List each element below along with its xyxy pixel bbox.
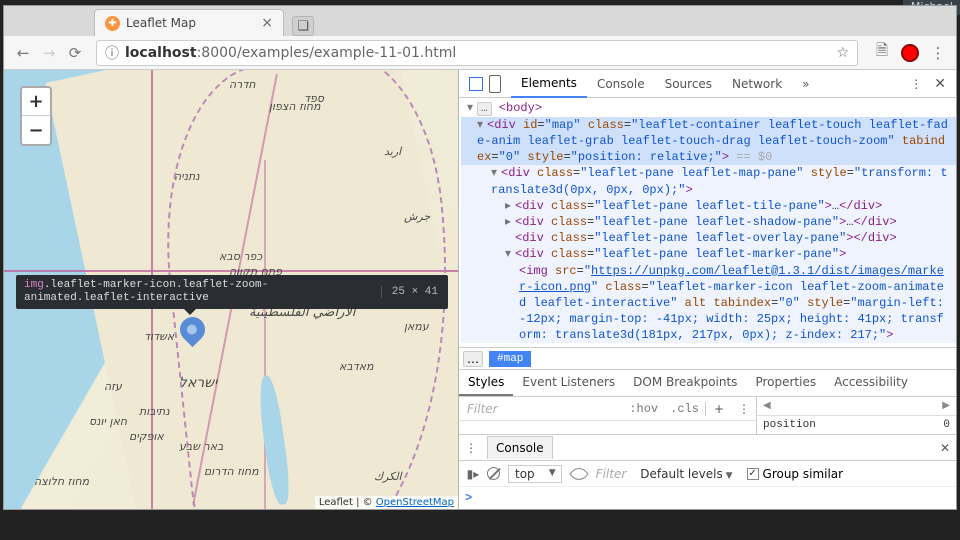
- new-style-rule-button[interactable]: +: [705, 402, 732, 416]
- url-port: :8000: [197, 45, 237, 61]
- reload-button[interactable]: ⟳: [62, 40, 88, 66]
- styles-pane: Styles Event Listeners DOM Breakpoints P…: [459, 369, 956, 434]
- browser-tab[interactable]: ✚ Leaflet Map ×: [94, 9, 284, 36]
- osm-link[interactable]: OpenStreetMap: [376, 497, 454, 508]
- styles-tab-styles[interactable]: Styles: [459, 370, 513, 396]
- box-model: ◀ ▶ position0: [756, 397, 956, 434]
- menu-icon[interactable]: ⋮: [926, 41, 950, 65]
- group-similar-label: Group similar: [763, 467, 844, 481]
- zoom-control: + −: [20, 86, 52, 146]
- tab-elements[interactable]: Elements: [511, 70, 587, 98]
- reader-icon[interactable]: 🗎: [870, 41, 894, 65]
- element-size: 25 × 41: [381, 286, 448, 298]
- place-label: עזה: [104, 380, 122, 393]
- drawer-tab-console[interactable]: Console: [487, 436, 553, 459]
- live-expression-icon[interactable]: [569, 464, 589, 484]
- place-label: עמאן: [404, 320, 429, 333]
- place-label: חדרה: [229, 78, 256, 91]
- styles-tab-dom-breakpoints[interactable]: DOM Breakpoints: [624, 370, 746, 396]
- group-similar-checkbox[interactable]: ✓: [747, 468, 759, 480]
- log-levels-select[interactable]: Default levels: [636, 467, 736, 481]
- place-label: جرش: [404, 210, 430, 223]
- tab-console[interactable]: Console: [587, 71, 655, 97]
- clear-console-icon[interactable]: [487, 467, 500, 480]
- leaflet-map[interactable]: חדרה נתניה מחוז הצפון ספד اربد جرش כפר ס…: [4, 70, 458, 509]
- back-button[interactable]: ←: [10, 40, 36, 66]
- place-label: ספד: [304, 92, 324, 105]
- console-filter-input[interactable]: Filter: [596, 467, 627, 481]
- site-info-icon[interactable]: ⓘ: [105, 43, 119, 63]
- close-tab-icon[interactable]: ×: [261, 15, 273, 31]
- tab-strip: ✚ Leaflet Map × ❏: [4, 6, 956, 36]
- element-tooltip: img.leaflet-marker-icon.leaflet-zoom-ani…: [16, 275, 448, 309]
- browser-window: ✚ Leaflet Map × ❏ ← → ⟳ ⓘ localhost :800…: [3, 5, 957, 510]
- place-label: באר שבע: [179, 440, 223, 453]
- zoom-out-button[interactable]: −: [22, 116, 50, 144]
- place-label: נתניה: [174, 170, 200, 183]
- drawer-close-icon[interactable]: ✕: [940, 441, 950, 455]
- place-label: מאדבא: [339, 360, 374, 373]
- place-label: כפר סבא: [219, 250, 262, 263]
- url-path: /examples/example-11-01.html: [237, 45, 456, 61]
- devtools-panel: Elements Console Sources Network » ⋮ ✕ ▾…: [458, 70, 956, 509]
- new-tab-button[interactable]: ❏: [292, 16, 314, 36]
- place-label: الكرك: [374, 470, 402, 483]
- devtools-close-icon[interactable]: ✕: [934, 76, 946, 92]
- map-attribution: Leaflet | © OpenStreetMap: [315, 496, 458, 509]
- bookmark-icon[interactable]: ☆: [836, 45, 849, 61]
- place-label: מחוז חלוצה: [34, 475, 89, 488]
- devtools-menu-icon[interactable]: ⋮: [910, 77, 922, 91]
- url-field[interactable]: ⓘ localhost :8000 /examples/example-11-0…: [96, 40, 858, 66]
- styles-filter-input[interactable]: Filter: [459, 402, 623, 416]
- url-host: localhost: [125, 45, 197, 61]
- drawer-menu-icon[interactable]: ⋮: [465, 441, 477, 455]
- map-marker[interactable]: [180, 317, 205, 358]
- place-label: אופקים: [129, 430, 164, 443]
- place-label: ישראל: [179, 375, 217, 391]
- inspect-element-icon[interactable]: [469, 77, 483, 91]
- crumb-map[interactable]: #map: [489, 351, 531, 367]
- tab-sources[interactable]: Sources: [655, 71, 722, 97]
- forward-button[interactable]: →: [36, 40, 62, 66]
- tab-network[interactable]: Network: [722, 71, 792, 97]
- device-toolbar-icon[interactable]: [489, 75, 501, 93]
- styles-more-icon[interactable]: ⋮: [732, 402, 756, 416]
- leaflet-favicon: ✚: [105, 16, 120, 31]
- breadcrumb[interactable]: … #map: [459, 347, 956, 369]
- devtools-toolbar: Elements Console Sources Network » ⋮ ✕: [459, 70, 956, 98]
- place-label: נתיבות: [139, 405, 170, 418]
- styles-tab-accessibility[interactable]: Accessibility: [825, 370, 917, 396]
- place-label: אשדוד: [144, 330, 174, 343]
- place-label: اربد: [384, 145, 401, 158]
- dom-tree[interactable]: ▾… <body> ▾<div id="map" class="leaflet-…: [459, 98, 956, 347]
- place-label: חאן יונס: [89, 415, 127, 428]
- crumb-overflow[interactable]: …: [463, 351, 483, 367]
- cls-toggle[interactable]: .cls: [664, 402, 705, 416]
- console-sidebar-icon[interactable]: ▮▸: [465, 467, 481, 481]
- execution-context-select[interactable]: top: [508, 465, 562, 483]
- opera-icon[interactable]: [898, 41, 922, 65]
- styles-tab-properties[interactable]: Properties: [746, 370, 825, 396]
- styles-tab-event-listeners[interactable]: Event Listeners: [513, 370, 624, 396]
- tabs-overflow[interactable]: »: [792, 71, 819, 97]
- tab-title: Leaflet Map: [126, 16, 196, 30]
- console-drawer: ⋮ Console ✕ ▮▸ top Filter Default levels…: [459, 434, 956, 509]
- console-input[interactable]: >: [459, 487, 956, 509]
- hov-toggle[interactable]: :hov: [623, 402, 664, 416]
- place-label: מחוז הדרום: [204, 465, 259, 478]
- zoom-in-button[interactable]: +: [22, 88, 50, 116]
- address-bar: ← → ⟳ ⓘ localhost :8000 /examples/exampl…: [4, 36, 956, 70]
